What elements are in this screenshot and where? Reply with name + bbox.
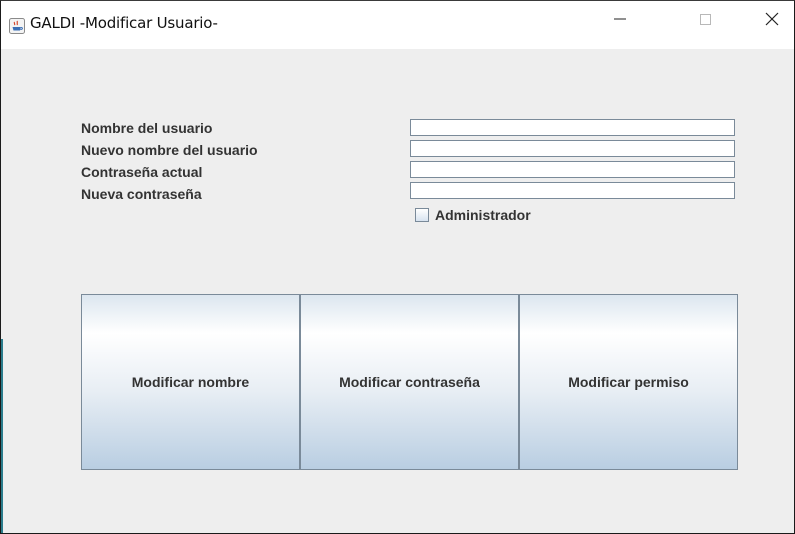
current-password-input[interactable] (410, 161, 735, 178)
app-window: GALDI -Modificar Usuario- Nombre del usu… (0, 0, 795, 534)
client-area: Nombre del usuario Nuevo nombre del usua… (1, 49, 794, 533)
new-password-label: Nueva contraseña (81, 186, 202, 202)
close-icon (765, 12, 779, 31)
new-username-input[interactable] (410, 140, 735, 157)
background-strip (1, 339, 3, 533)
modify-permission-button[interactable]: Modificar permiso (519, 294, 738, 470)
admin-checkbox[interactable]: Administrador (415, 206, 531, 224)
admin-checkbox-label: Administrador (435, 207, 531, 223)
minimize-icon (614, 12, 626, 30)
admin-checkbox-box[interactable] (415, 208, 429, 222)
username-input[interactable] (410, 119, 735, 136)
minimize-button[interactable] (597, 1, 643, 41)
title-bar[interactable]: GALDI -Modificar Usuario- (1, 1, 794, 49)
modify-name-button[interactable]: Modificar nombre (81, 294, 300, 470)
new-username-label: Nuevo nombre del usuario (81, 142, 258, 158)
maximize-button[interactable] (682, 1, 728, 41)
current-password-label: Contraseña actual (81, 164, 203, 180)
close-button[interactable] (749, 1, 795, 41)
window-title: GALDI -Modificar Usuario- (30, 14, 218, 32)
username-label: Nombre del usuario (81, 120, 213, 136)
new-password-input[interactable] (410, 182, 735, 199)
modify-password-button[interactable]: Modificar contraseña (300, 294, 519, 470)
java-app-icon (9, 18, 25, 34)
maximize-icon (699, 12, 711, 30)
